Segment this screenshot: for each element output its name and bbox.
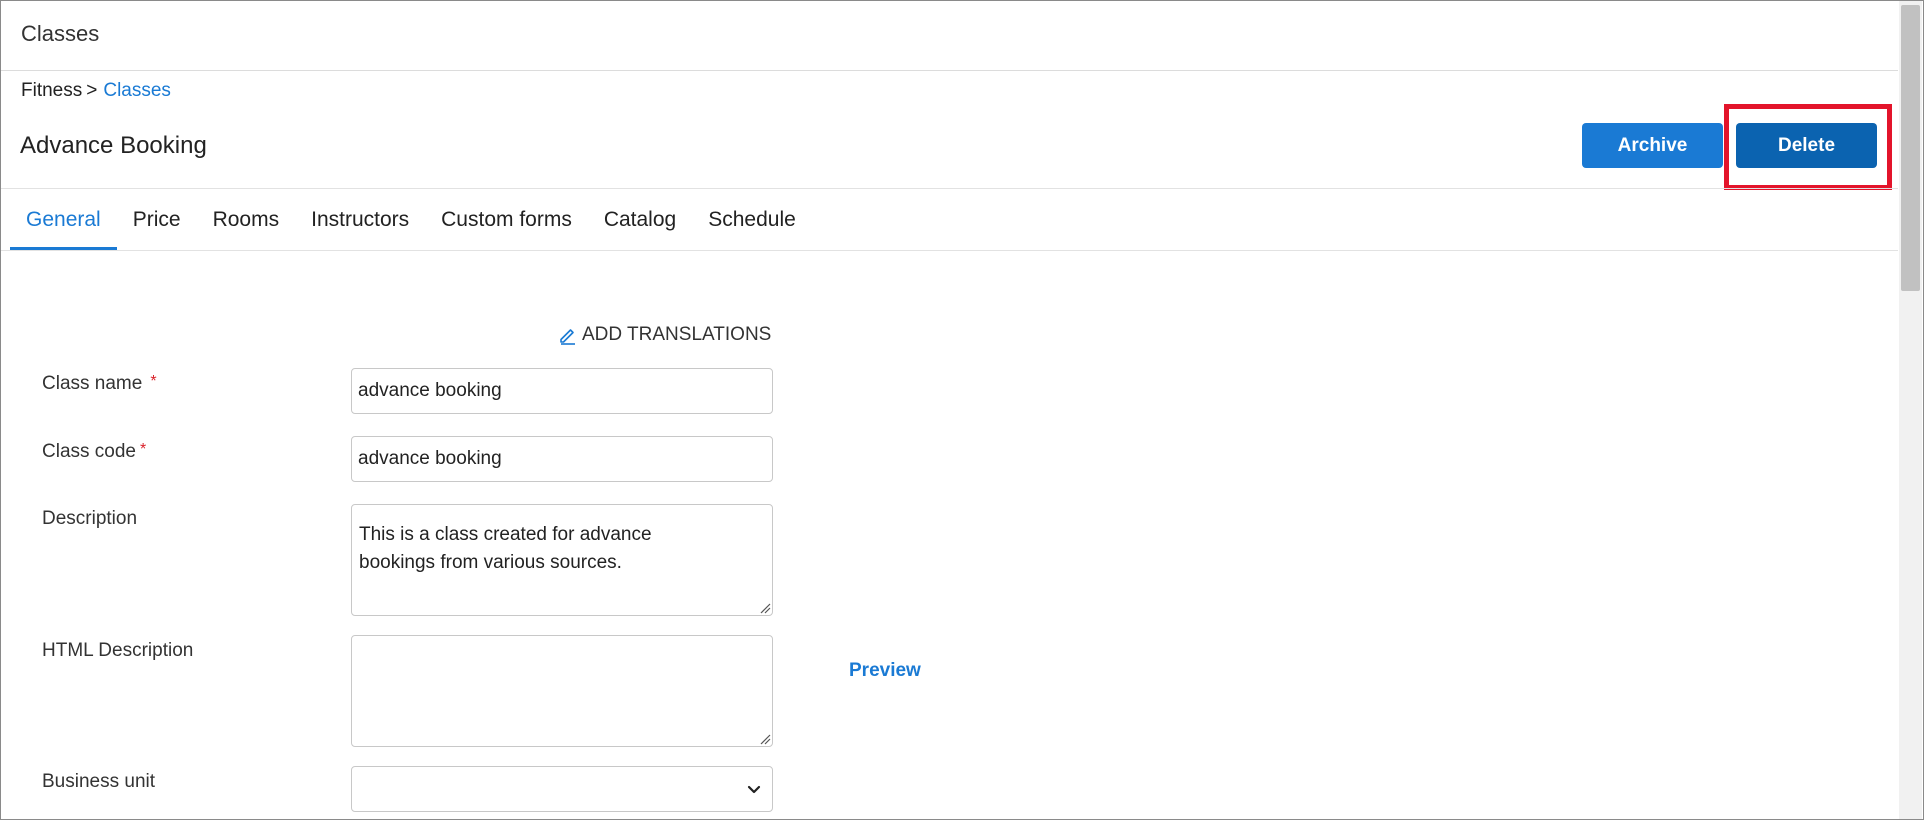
delete-highlight-box [1724,104,1892,190]
required-mark: * [150,373,157,390]
pencil-icon [560,329,575,345]
description-label: Description [42,508,138,529]
html-description-wrapper [351,635,773,747]
resize-grip-icon[interactable] [759,733,771,745]
page-title: Advance Booking [20,132,207,159]
tabs-divider [1,250,1898,251]
description-textarea[interactable]: This is a class created for advance book… [351,504,773,616]
tab-price[interactable]: Price [117,190,197,250]
tab-custom-forms[interactable]: Custom forms [425,190,588,250]
add-translations-link[interactable]: ADD TRANSLATIONS [558,324,771,346]
preview-link[interactable]: Preview [849,660,921,682]
business-unit-label: Business unit [42,771,156,792]
app-header: Classes [1,1,1898,71]
chevron-down-icon [747,785,761,794]
add-translations-label: ADD TRANSLATIONS [582,324,772,345]
tab-catalog[interactable]: Catalog [588,190,692,250]
class-name-input[interactable] [351,368,773,414]
breadcrumb-separator: > [86,80,98,101]
tab-general[interactable]: General [10,190,117,250]
class-name-label-text: Class name [42,373,143,394]
class-code-label-text: Class code [42,441,136,462]
business-unit-select[interactable] [351,766,773,812]
html-description-textarea[interactable] [351,635,773,747]
html-description-label: HTML Description [42,640,194,661]
required-mark: * [140,441,147,458]
resize-grip-icon[interactable] [759,602,771,614]
divider [1,188,1898,189]
scrollbar-thumb[interactable] [1901,5,1920,291]
class-name-label: Class name * [42,373,157,395]
class-code-label: Class code * [42,441,146,463]
tab-schedule[interactable]: Schedule [692,190,812,250]
breadcrumb-root[interactable]: Fitness [21,80,82,101]
tab-instructors[interactable]: Instructors [295,190,425,250]
description-wrapper: This is a class created for advance book… [351,504,773,616]
breadcrumb: Fitness > Classes [21,80,171,102]
class-code-input[interactable] [351,436,773,482]
archive-button[interactable]: Archive [1582,123,1723,168]
tab-bar: General Price Rooms Instructors Custom f… [10,190,812,250]
header-title: Classes [21,21,100,46]
breadcrumb-classes-link[interactable]: Classes [103,80,171,101]
tab-rooms[interactable]: Rooms [197,190,296,250]
vertical-scrollbar[interactable] [1899,1,1922,819]
